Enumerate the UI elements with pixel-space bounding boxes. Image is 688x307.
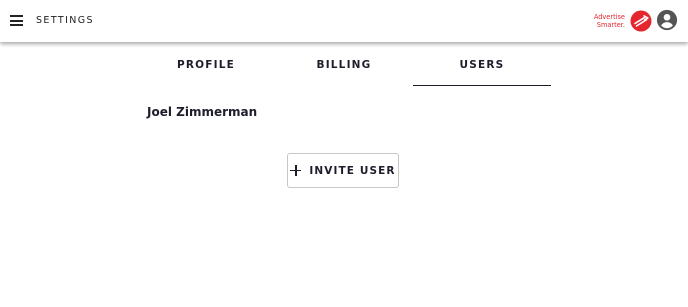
brand-logo-icon bbox=[630, 10, 652, 32]
user-list-item: Joel Zimmerman bbox=[147, 105, 258, 119]
account-circle-icon[interactable] bbox=[656, 9, 678, 31]
invite-user-button[interactable]: INVITE USER bbox=[287, 153, 399, 188]
tab-billing-label: BILLING bbox=[316, 58, 372, 71]
settings-tabs: PROFILE BILLING USERS bbox=[137, 43, 551, 86]
plus-icon bbox=[290, 165, 302, 176]
brand-tagline-line2: Smarter. bbox=[596, 21, 625, 29]
app-header: SETTINGS Advertise Smarter. bbox=[0, 0, 688, 42]
tab-users[interactable]: USERS bbox=[413, 43, 551, 86]
tab-users-label: USERS bbox=[459, 58, 505, 71]
hamburger-menu-icon[interactable] bbox=[10, 14, 24, 28]
page-title: SETTINGS bbox=[36, 15, 94, 26]
invite-user-label: INVITE USER bbox=[309, 164, 396, 177]
tab-billing[interactable]: BILLING bbox=[275, 43, 413, 86]
tab-profile-label: PROFILE bbox=[176, 58, 236, 71]
brand-tagline: Advertise Smarter. bbox=[589, 13, 625, 29]
settings-page: SETTINGS Advertise Smarter. PROFILE BILL… bbox=[0, 0, 688, 307]
brand-tagline-line1: Advertise bbox=[593, 13, 625, 21]
tab-profile[interactable]: PROFILE bbox=[137, 43, 275, 86]
